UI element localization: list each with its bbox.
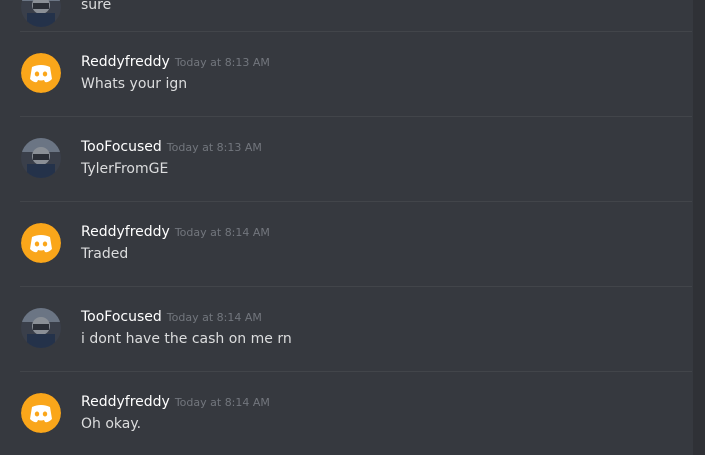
discord-default-avatar-icon[interactable]	[21, 223, 61, 263]
message-content: TylerFromGE	[81, 161, 169, 177]
timestamp[interactable]: Today at 8:14 AM	[167, 311, 262, 324]
message-content: Traded	[81, 246, 129, 262]
message-header: Reddyfreddy Today at 8:13 AM	[81, 54, 270, 70]
message: Reddyfreddy Today at 8:14 AM Traded	[20, 202, 692, 287]
user-photo-avatar[interactable]	[21, 138, 61, 178]
message-content: Oh okay.	[81, 416, 142, 432]
message-content: i dont have the cash on me rn	[81, 331, 292, 347]
username[interactable]: TooFocused	[81, 309, 162, 325]
message-header: TooFocused Today at 8:14 AM	[81, 309, 262, 325]
user-photo-avatar[interactable]	[21, 308, 61, 348]
timestamp[interactable]: Today at 8:13 AM	[175, 56, 270, 69]
user-photo-avatar[interactable]	[21, 0, 61, 27]
username[interactable]: Reddyfreddy	[81, 394, 170, 410]
message-header: Reddyfreddy Today at 8:14 AM	[81, 394, 270, 410]
message: Reddyfreddy Today at 8:13 AM Whats your i…	[20, 32, 692, 117]
timestamp[interactable]: Today at 8:14 AM	[175, 226, 270, 239]
username[interactable]: Reddyfreddy	[81, 54, 170, 70]
message: TooFocused Today at 8:14 AM i dont have t…	[20, 287, 692, 372]
message-content: sure	[81, 0, 112, 13]
message-partial: sure	[20, 0, 692, 30]
message: Reddyfreddy Today at 8:14 AM Oh okay.	[20, 372, 692, 455]
timestamp[interactable]: Today at 8:13 AM	[167, 141, 262, 154]
message-content: Whats your ign	[81, 76, 188, 92]
scrollbar[interactable]	[693, 0, 705, 455]
message-header: Reddyfreddy Today at 8:14 AM	[81, 224, 270, 240]
username[interactable]: Reddyfreddy	[81, 224, 170, 240]
message-header: TooFocused Today at 8:13 AM	[81, 139, 262, 155]
message: TooFocused Today at 8:13 AM TylerFromGE	[20, 117, 692, 202]
timestamp[interactable]: Today at 8:14 AM	[175, 396, 270, 409]
discord-default-avatar-icon[interactable]	[21, 393, 61, 433]
discord-default-avatar-icon[interactable]	[21, 53, 61, 93]
username[interactable]: TooFocused	[81, 139, 162, 155]
